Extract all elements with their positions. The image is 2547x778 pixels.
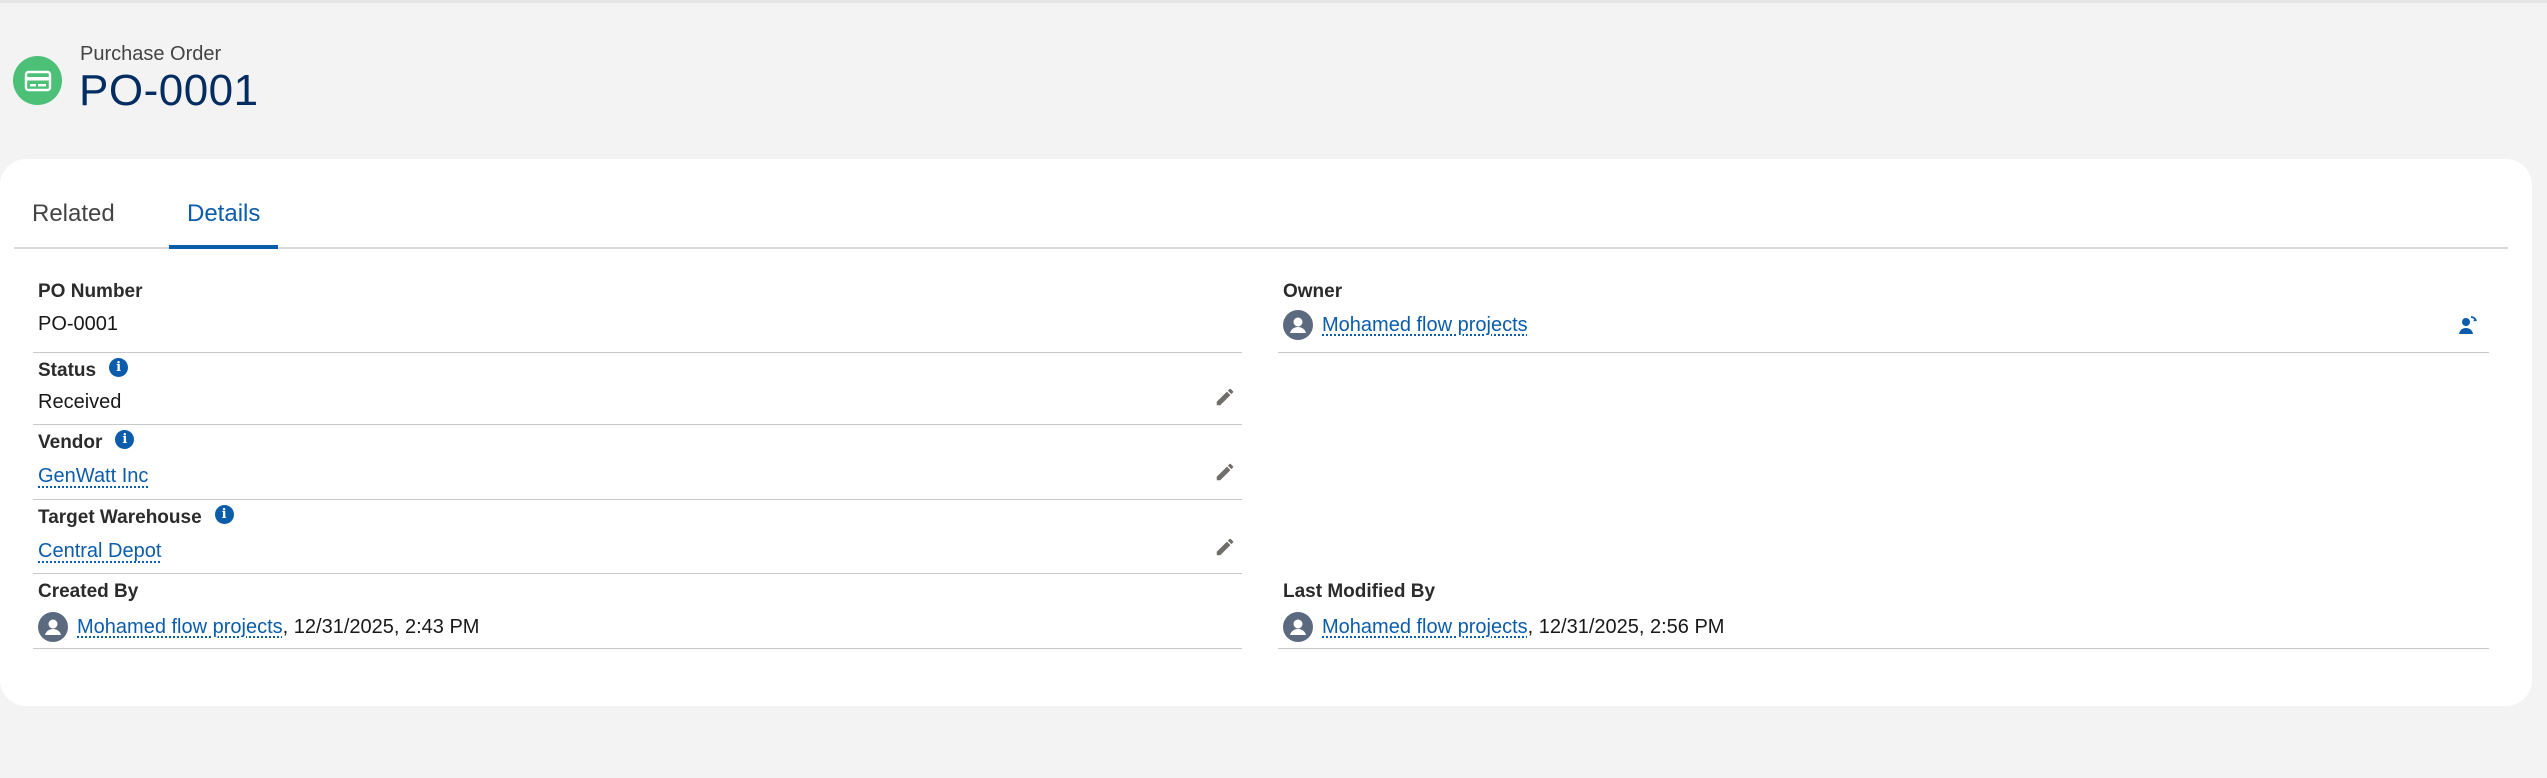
object-type-label: Purchase Order	[80, 43, 222, 65]
field-last-modified-by: Last Modified By Mohamed flow projects ,…	[1278, 575, 2489, 649]
field-po-number: PO Number PO-0001	[33, 281, 1242, 353]
info-icon[interactable]: i	[214, 504, 234, 524]
field-vendor: Vendor i GenWatt Inc	[33, 426, 1242, 500]
field-label-wrap: Vendor i	[38, 429, 135, 454]
user-avatar-icon	[1283, 612, 1313, 642]
field-value: Mohamed flow projects , 12/31/2025, 2:56…	[1283, 612, 1724, 642]
pencil-edit-icon[interactable]	[1214, 386, 1236, 408]
info-icon[interactable]: i	[115, 429, 135, 449]
tab-details[interactable]: Details	[169, 185, 279, 249]
pencil-edit-icon[interactable]	[1214, 461, 1236, 483]
field-label: Vendor	[38, 432, 103, 453]
field-label: Created By	[38, 581, 139, 602]
field-value: PO-0001	[38, 313, 119, 335]
field-target-warehouse: Target Warehouse i Central Depot	[33, 501, 1242, 574]
field-label: Target Warehouse	[38, 507, 202, 528]
warehouse-link[interactable]: Central Depot	[38, 540, 161, 563]
field-value: Received	[38, 391, 122, 413]
tab-related[interactable]: Related	[14, 185, 133, 249]
change-owner-icon[interactable]	[2455, 313, 2479, 337]
field-status: Status i Received	[33, 354, 1242, 425]
field-value: Mohamed flow projects , 12/31/2025, 2:43…	[38, 612, 479, 642]
user-avatar-icon	[38, 612, 68, 642]
field-label: PO Number	[38, 281, 143, 302]
user-avatar-icon	[1283, 310, 1313, 340]
page-title: PO-0001	[79, 66, 259, 115]
field-label-wrap: Status i	[38, 357, 129, 382]
field-label: Status	[38, 360, 97, 381]
field-label-wrap: Target Warehouse i	[38, 504, 234, 529]
last-modified-date: , 12/31/2025, 2:56 PM	[1527, 615, 1725, 638]
top-divider	[0, 0, 2547, 3]
purchase-order-card-icon	[13, 56, 62, 105]
last-modified-user-link[interactable]: Mohamed flow projects	[1322, 616, 1528, 639]
field-value: Mohamed flow projects	[1283, 310, 1528, 340]
field-owner: Owner Mohamed flow projects	[1278, 281, 2489, 353]
field-created-by: Created By Mohamed flow projects , 12/31…	[33, 575, 1242, 649]
field-value: GenWatt Inc	[38, 465, 148, 488]
field-value: Central Depot	[38, 540, 161, 563]
field-label: Last Modified By	[1283, 581, 1436, 602]
info-icon[interactable]: i	[109, 357, 129, 377]
owner-user-link[interactable]: Mohamed flow projects	[1322, 314, 1528, 337]
tab-bar: Related Details	[14, 185, 2508, 249]
created-date: , 12/31/2025, 2:43 PM	[282, 615, 480, 638]
pencil-edit-icon[interactable]	[1214, 536, 1236, 558]
created-by-user-link[interactable]: Mohamed flow projects	[77, 616, 283, 639]
vendor-link[interactable]: GenWatt Inc	[38, 465, 148, 488]
field-label: Owner	[1283, 281, 1343, 302]
record-detail-card: Related Details PO Number PO-0001 Status…	[0, 159, 2532, 706]
